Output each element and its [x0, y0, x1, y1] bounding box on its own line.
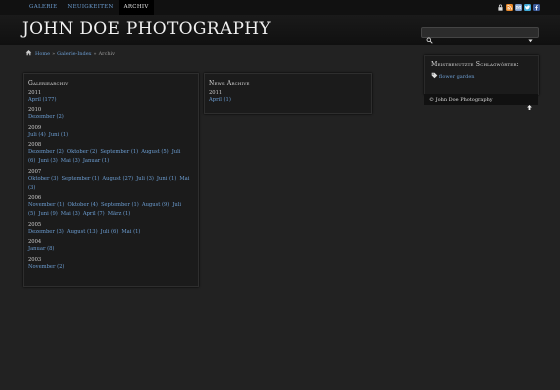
archive-year-block: 2005 Dezember (3) August (13) Juli (6) Mai (…: [28, 222, 194, 237]
main-nav: GALERIE NEUIGKEITEN ARCHIV: [24, 0, 154, 15]
archive-month-link[interactable]: Dezember (3): [28, 229, 64, 235]
archive-month-link[interactable]: Mai (3): [61, 211, 80, 217]
archive-month-link[interactable]: Dezember (2): [28, 114, 64, 120]
mail-icon[interactable]: [515, 4, 522, 11]
search-dropdown-icon[interactable]: [527, 29, 534, 48]
archive-month-link[interactable]: April (1): [209, 97, 231, 103]
archive-month-link[interactable]: August (5): [141, 149, 169, 155]
nav-item-archiv[interactable]: ARCHIV: [118, 0, 154, 15]
archive-month-list: Oktober (3) September (1) August (27) Juli …: [28, 175, 194, 193]
archive-year-block: 2009 Juli (4) Juni (1): [28, 125, 194, 140]
archive-month-link[interactable]: Juli (6): [101, 229, 119, 235]
archive-month-link[interactable]: Oktober (4): [67, 202, 97, 208]
tags-title: Meistbenutzte Schlagwörter:: [431, 61, 519, 68]
twitter-icon[interactable]: [524, 4, 531, 11]
site-title[interactable]: JOHN DOE PHOTOGRAPHY: [22, 19, 271, 39]
archive-month-link[interactable]: Oktober (2): [67, 149, 97, 155]
archive-month-link[interactable]: Juni (1): [49, 132, 68, 138]
breadcrumb-home-link[interactable]: Home: [35, 51, 50, 57]
gallery-archive-title: Galeriearchiv: [28, 80, 69, 87]
gallery-archive-panel: Galeriearchiv 2011 April (177) 2010 Dezembe…: [23, 73, 199, 287]
tag-item[interactable]: flower garden: [431, 72, 532, 81]
archive-year-block: 2008 Dezember (2) Oktober (2) September (1)…: [28, 142, 194, 166]
archive-year-block: 2003 November (2): [28, 257, 194, 272]
archive-month-link[interactable]: Mai (3): [61, 158, 80, 164]
home-icon[interactable]: [25, 49, 32, 58]
gallery-archive-list: 2011 April (177) 2010 Dezember (2) 2009 Juli …: [28, 90, 194, 272]
archive-month-link[interactable]: November (2): [28, 264, 64, 270]
archive-month-list: Dezember (3) August (13) Juli (6) Mai (1): [28, 228, 194, 237]
archive-month-link[interactable]: Juli (3): [136, 176, 154, 182]
archive-year-block: 2011 April (1): [209, 90, 367, 105]
copyright-text: © John Doe Photography: [429, 96, 493, 103]
archive-month-link[interactable]: April (177): [28, 97, 56, 103]
breadcrumb-separator: »: [93, 50, 97, 57]
archive-month-link[interactable]: Dezember (2): [28, 149, 64, 155]
search-icon: [426, 29, 433, 48]
facebook-icon[interactable]: [533, 4, 540, 11]
search-input[interactable]: [421, 27, 539, 44]
archive-month-link[interactable]: Juli (4): [28, 132, 46, 138]
breadcrumb-separator: »: [52, 50, 56, 57]
archive-year-block: 2006 November (1) Oktober (4) September (1)…: [28, 195, 194, 219]
nav-item-galerie[interactable]: GALERIE: [24, 0, 62, 15]
archive-month-list: Dezember (2) Oktober (2) September (1) Augu…: [28, 148, 194, 166]
archive-month-link[interactable]: März (1): [108, 211, 131, 217]
sidebar-footer: © John Doe Photography: [424, 94, 538, 110]
archive-month-link[interactable]: September (1): [101, 202, 139, 208]
news-archive-panel: News Archive 2011 April (1): [204, 73, 372, 114]
archive-month-link[interactable]: August (13): [67, 229, 98, 235]
back-to-top-icon[interactable]: [526, 96, 533, 115]
archive-month-link[interactable]: August (9): [142, 202, 170, 208]
archive-month-link[interactable]: Mai (1): [121, 229, 140, 235]
archive-month-list: April (177): [28, 96, 194, 105]
archive-month-list: April (1): [209, 96, 367, 105]
top-bar: GALERIE NEUIGKEITEN ARCHIV: [0, 0, 560, 15]
rss-icon[interactable]: [506, 4, 513, 11]
archive-month-list: November (2): [28, 263, 194, 272]
tags-panel: Meistbenutzte Schlagwörter: flower garde…: [424, 55, 539, 95]
breadcrumb-galerie-link[interactable]: Galerie-Index: [57, 51, 91, 57]
lock-icon[interactable]: [497, 4, 504, 11]
archive-year-block: 2004 Januar (8): [28, 239, 194, 254]
top-icons: [497, 4, 540, 11]
archive-month-link[interactable]: Juni (1): [157, 176, 176, 182]
archive-month-list: November (1) Oktober (4) September (1) Augu…: [28, 201, 194, 219]
archive-month-link[interactable]: September (1): [100, 149, 138, 155]
archive-month-list: Januar (8): [28, 245, 194, 254]
archive-month-link[interactable]: Januar (8): [28, 246, 54, 252]
archive-year-block: 2010 Dezember (2): [28, 107, 194, 122]
archive-month-link[interactable]: Juni (3): [38, 158, 57, 164]
breadcrumb-current: Archiv: [98, 50, 116, 57]
archive-month-list: Juli (4) Juni (1): [28, 131, 194, 140]
tag-label[interactable]: flower garden: [439, 74, 475, 80]
archive-month-link[interactable]: Januar (1): [83, 158, 109, 164]
breadcrumb: Home » Galerie-Index » Archiv: [21, 46, 424, 59]
archive-month-link[interactable]: September (1): [61, 176, 99, 182]
archive-month-link[interactable]: Oktober (3): [28, 176, 58, 182]
tag-icon: [431, 72, 438, 81]
archive-month-link[interactable]: August (27): [102, 176, 133, 182]
archive-year-block: 2011 April (177): [28, 90, 194, 105]
archive-month-link[interactable]: Juni (9): [38, 211, 57, 217]
archive-month-link[interactable]: April (7): [83, 211, 105, 217]
archive-month-link[interactable]: November (1): [28, 202, 64, 208]
news-archive-title: News Archive: [209, 80, 250, 87]
nav-item-neuigkeiten[interactable]: NEUIGKEITEN: [62, 0, 118, 15]
news-archive-list: 2011 April (1): [209, 90, 367, 105]
archive-year-block: 2007 Oktober (3) September (1) August (27) J…: [28, 169, 194, 193]
archive-month-list: Dezember (2): [28, 113, 194, 122]
